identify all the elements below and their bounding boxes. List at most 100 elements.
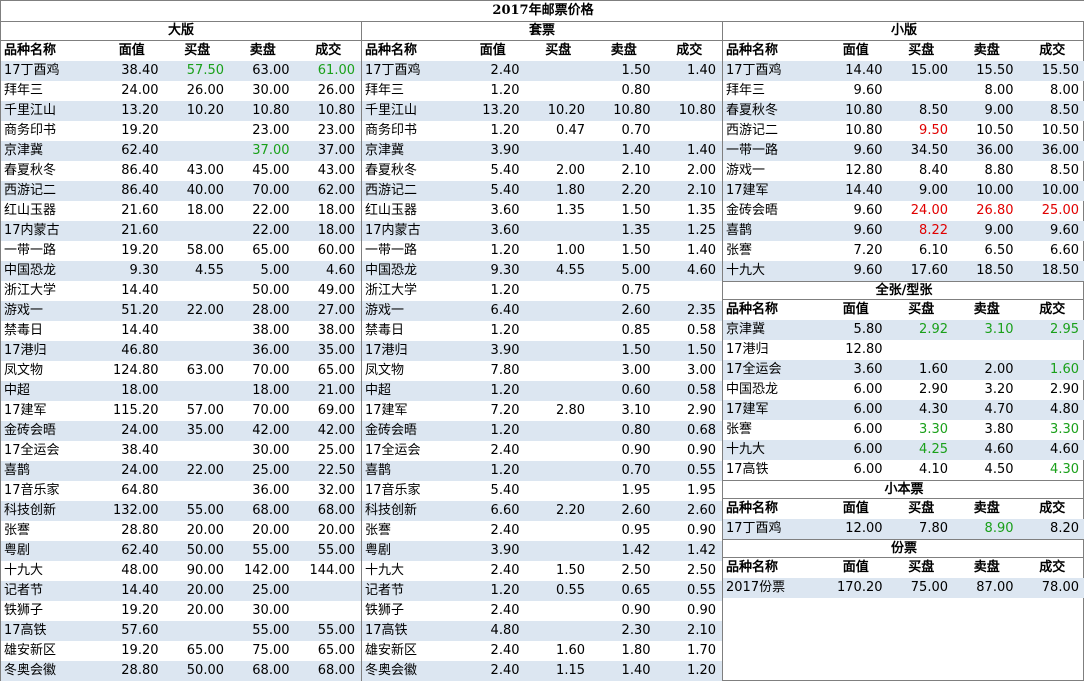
cell-deal: 2.10 [687,623,716,638]
header-face: 面值 [118,43,145,58]
cell-ask: 0.95 [621,523,651,538]
cell-ask: 3.10 [984,322,1014,337]
cell-bid: 6.10 [919,243,948,258]
cell-deal: 1.20 [687,663,716,678]
cell-face: 18.00 [121,383,159,398]
panel-right: 小版 品种名称 面值 买盘 卖盘 成交 17丁酉鸡 14.40 15.00 15.50… [723,22,1084,681]
cell-name: 17全运会 [365,443,421,458]
cell-ask: 28.00 [252,303,290,318]
cell-face: 14.40 [121,323,159,338]
header-deal: 成交 [1039,501,1066,516]
cell-ask: 0.65 [621,583,651,598]
rows-small: 17丁酉鸡 14.40 15.00 15.50 15.50 拜年三 9.60 8.00 8.00… [723,61,1084,281]
table-row: 商务印书 19.20 23.00 23.00 [1,121,361,141]
cell-name: 冬奥会徽 [365,663,418,678]
cell-bid: 43.00 [186,163,224,178]
cell-bid: 10.20 [547,103,585,118]
cell-face: 57.60 [121,623,159,638]
cell-face: 3.60 [490,223,520,238]
cell-face: 7.20 [490,403,520,418]
cell-name: 红山玉器 [365,203,418,218]
table-row: 京津冀 5.80 2.92 3.10 2.95 [723,320,1084,340]
cell-face: 1.20 [490,123,520,138]
cell-bid [165,221,231,241]
cell-name: 17全运会 [4,443,60,458]
cell-face: 9.30 [129,263,159,278]
cell-ask: 0.85 [621,323,651,338]
cell-face: 6.00 [853,442,883,457]
cell-deal: 8.00 [1050,83,1079,98]
cell-face: 24.00 [121,83,159,98]
cell-face: 2.40 [490,563,520,578]
cell-bid [526,521,592,541]
cell-ask [954,340,1020,360]
table-row: 17内蒙古 21.60 22.00 18.00 [1,221,361,241]
cell-bid: 75.00 [910,580,948,595]
cell-bid: 8.40 [919,163,948,178]
cell-ask: 63.00 [252,63,290,78]
table-row: 张謇 6.00 3.30 3.80 3.30 [723,420,1084,440]
cell-deal: 0.68 [687,423,716,438]
cell-deal: 9.60 [1050,223,1079,238]
cell-ask: 0.90 [621,443,651,458]
cell-name: 17丁酉鸡 [726,63,782,78]
cell-face: 1.20 [490,243,520,258]
cell-face: 21.60 [121,203,159,218]
cell-deal: 8.20 [1050,521,1079,536]
cell-deal: 18.00 [317,203,355,218]
cell-face: 19.20 [121,123,159,138]
table-row: 西游记二 10.80 9.50 10.50 10.50 [723,121,1084,141]
cell-face: 4.80 [490,623,520,638]
cell-name: 拜年三 [365,83,405,98]
cell-bid [165,621,231,641]
cell-ask: 0.90 [621,603,651,618]
cell-bid [526,421,592,441]
table-row: 科技创新 6.60 2.20 2.60 2.60 [362,501,722,521]
header-face: 面值 [479,43,506,58]
cell-ask: 8.90 [984,521,1014,536]
cell-bid: 63.00 [186,363,224,378]
cell-deal: 10.80 [317,103,355,118]
cell-deal: 1.95 [687,483,716,498]
cell-name: 17内蒙古 [365,223,421,238]
table-row: 红山玉器 21.60 18.00 22.00 18.00 [1,201,361,221]
table-row: 十九大 48.00 90.00 142.00 144.00 [1,561,361,581]
cell-face: 51.20 [121,303,159,318]
cell-name: 科技创新 [365,503,418,518]
cell-face: 12.80 [845,163,883,178]
table-row: 17建军 14.40 9.00 10.00 10.00 [723,181,1084,201]
cell-face: 19.20 [121,603,159,618]
section-title-single: 全张/型张 [723,281,1084,300]
cell-bid [526,141,592,161]
table-row: 17全运会 38.40 30.00 25.00 [1,441,361,461]
cell-ask: 20.00 [252,523,290,538]
cell-ask: 25.00 [252,463,290,478]
cell-face: 86.40 [121,163,159,178]
cell-face: 1.20 [490,583,520,598]
cell-ask: 38.00 [252,323,290,338]
cell-bid: 35.00 [186,423,224,438]
cell-bid: 22.00 [186,303,224,318]
cell-face: 21.60 [121,223,159,238]
cell-face: 3.60 [490,203,520,218]
cell-deal [657,81,723,101]
table-row: 中国恐龙 9.30 4.55 5.00 4.60 [1,261,361,281]
cell-face: 6.00 [853,382,883,397]
cell-name: 17港归 [4,343,47,358]
table-row: 春夏秋冬 86.40 43.00 45.00 43.00 [1,161,361,181]
cell-deal: 55.00 [317,543,355,558]
table-row: 一带一路 19.20 58.00 65.00 60.00 [1,241,361,261]
cell-bid: 1.60 [556,643,585,658]
cell-bid: 7.80 [919,521,948,536]
cell-name: 记者节 [365,583,405,598]
cell-face: 115.20 [113,403,159,418]
table-row: 凤文物 7.80 3.00 3.00 [362,361,722,381]
section-title-annual: 份票 [723,539,1084,558]
cell-bid: 9.50 [919,123,948,138]
cell-deal: 2.60 [687,503,716,518]
cell-name: 中超 [4,383,31,398]
cell-deal: 4.60 [326,263,355,278]
cell-deal: 10.00 [1041,183,1079,198]
cell-deal: 65.00 [317,643,355,658]
cell-face: 64.80 [121,483,159,498]
